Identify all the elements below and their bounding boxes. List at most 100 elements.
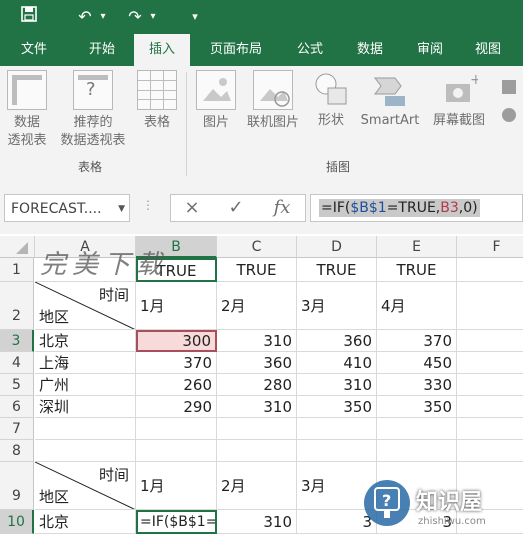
online-picture-icon [253, 70, 293, 110]
cell-d1[interactable]: TRUE [297, 258, 377, 282]
cell-b6[interactable]: 290 [136, 396, 217, 418]
cell-f3[interactable] [457, 330, 523, 352]
tab-view[interactable]: 视图 [462, 34, 514, 66]
smartart-button[interactable]: SmartArt [356, 70, 424, 130]
cell-e2[interactable]: 4月 [377, 282, 457, 330]
cell-c4[interactable]: 360 [217, 352, 297, 374]
cell-c2[interactable]: 2月 [217, 282, 297, 330]
customize-qat-icon[interactable]: ▾ [188, 6, 202, 28]
cell-c6[interactable]: 310 [217, 396, 297, 418]
cell-c8[interactable] [217, 440, 297, 462]
cell-b8[interactable] [136, 440, 217, 462]
cell-c3[interactable]: 310 [217, 330, 297, 352]
cell-f1[interactable] [457, 258, 523, 282]
cell-a3[interactable]: 北京 [35, 330, 136, 352]
chevron-down-icon[interactable]: ▼ [118, 195, 125, 223]
cell-a9-diagonal-header[interactable]: 时间 地区 [35, 462, 136, 510]
redo-dropdown-icon[interactable]: ▾ [147, 6, 159, 28]
cell-e1[interactable]: TRUE [377, 258, 457, 282]
undo-dropdown-icon[interactable]: ▾ [97, 6, 109, 28]
tab-formulas[interactable]: 公式 [284, 34, 336, 66]
picture-button[interactable]: 图片 [194, 70, 238, 132]
cell-f6[interactable] [457, 396, 523, 418]
cell-a6[interactable]: 深圳 [35, 396, 136, 418]
cell-d2[interactable]: 3月 [297, 282, 377, 330]
cell-f2[interactable] [457, 282, 523, 330]
cell-d4[interactable]: 410 [297, 352, 377, 374]
tab-file[interactable]: 文件 [10, 34, 58, 66]
title-bar: ↶ ▾ ↷ ▾ ▾ [0, 0, 523, 34]
cell-a7[interactable] [35, 418, 136, 440]
table-button[interactable]: 表格 [134, 70, 180, 132]
select-all-corner[interactable] [0, 236, 35, 258]
cell-e6[interactable]: 350 [377, 396, 457, 418]
col-header-c[interactable]: C [217, 236, 297, 258]
cell-c9[interactable]: 2月 [217, 462, 297, 510]
row-header-8[interactable]: 8 [0, 440, 34, 462]
tab-review[interactable]: 审阅 [404, 34, 456, 66]
cell-b3[interactable]: 300 [136, 330, 217, 352]
cell-d8[interactable] [297, 440, 377, 462]
cell-f8[interactable] [457, 440, 523, 462]
tab-data[interactable]: 数据 [344, 34, 396, 66]
col-header-e[interactable]: E [377, 236, 457, 258]
row-header-7[interactable]: 7 [0, 418, 34, 440]
cell-a5[interactable]: 广州 [35, 374, 136, 396]
more-dots-icon[interactable]: ⋮ [142, 198, 154, 212]
row-header-6[interactable]: 6 [0, 396, 34, 418]
cell-a2-diagonal-header[interactable]: 时间 地区 [35, 282, 136, 330]
cell-c5[interactable]: 280 [217, 374, 297, 396]
screenshot-icon: + [440, 70, 482, 108]
row-header-10[interactable]: 10 [0, 510, 34, 534]
cell-b5[interactable]: 260 [136, 374, 217, 396]
cell-c10[interactable]: 310 [217, 510, 297, 534]
screenshot-button[interactable]: + 屏幕截图 [426, 70, 492, 130]
name-box[interactable]: FORECAST.... ▼ [4, 194, 130, 222]
row-header-4[interactable]: 4 [0, 352, 34, 374]
pivot-table-button[interactable]: 数据 透视表 [2, 70, 52, 150]
cell-d5[interactable]: 310 [297, 374, 377, 396]
cell-e5[interactable]: 330 [377, 374, 457, 396]
save-icon[interactable] [18, 6, 40, 28]
cell-d3[interactable]: 360 [297, 330, 377, 352]
online-picture-button[interactable]: 联机图片 [240, 70, 306, 132]
col-header-d[interactable]: D [297, 236, 377, 258]
cell-e7[interactable] [377, 418, 457, 440]
cell-f7[interactable] [457, 418, 523, 440]
tab-insert[interactable]: 插入 [134, 34, 190, 66]
insert-function-icon[interactable]: fx [267, 195, 297, 221]
tab-page-layout[interactable]: 页面布局 [200, 34, 272, 66]
cell-b10-editing[interactable]: =IF($B$1= [136, 510, 217, 534]
col-header-f[interactable]: F [457, 236, 523, 258]
cell-e8[interactable] [377, 440, 457, 462]
cell-a4[interactable]: 上海 [35, 352, 136, 374]
enter-icon[interactable]: ✓ [221, 195, 251, 221]
recommended-pivot-button[interactable]: ? 推荐的 数据透视表 [54, 70, 132, 150]
shapes-button[interactable]: 形状 [308, 70, 354, 130]
redo-icon[interactable]: ↷ [124, 6, 146, 28]
cell-c1[interactable]: TRUE [217, 258, 297, 282]
cell-b7[interactable] [136, 418, 217, 440]
cell-b9[interactable]: 1月 [136, 462, 217, 510]
undo-icon[interactable]: ↶ [74, 6, 96, 28]
cell-a8[interactable] [35, 440, 136, 462]
cell-d7[interactable] [297, 418, 377, 440]
row-header-2[interactable]: 2 [0, 282, 34, 330]
formula-input[interactable]: =IF($B$1=TRUE,B3,0) [310, 194, 523, 222]
row-header-3[interactable]: 3 [0, 330, 34, 352]
cell-b2[interactable]: 1月 [136, 282, 217, 330]
row-header-9[interactable]: 9 [0, 462, 34, 510]
cell-e4[interactable]: 450 [377, 352, 457, 374]
cell-e3[interactable]: 370 [377, 330, 457, 352]
cell-c7[interactable] [217, 418, 297, 440]
cell-f5[interactable] [457, 374, 523, 396]
cell-b4[interactable]: 370 [136, 352, 217, 374]
cancel-icon[interactable]: × [177, 195, 207, 221]
tab-home[interactable]: 开始 [76, 34, 128, 66]
row-header-5[interactable]: 5 [0, 374, 34, 396]
addins-button[interactable] [502, 70, 522, 122]
cell-f4[interactable] [457, 352, 523, 374]
row-header-1[interactable]: 1 [0, 258, 34, 282]
cell-d6[interactable]: 350 [297, 396, 377, 418]
cell-a10[interactable]: 北京 [35, 510, 136, 534]
